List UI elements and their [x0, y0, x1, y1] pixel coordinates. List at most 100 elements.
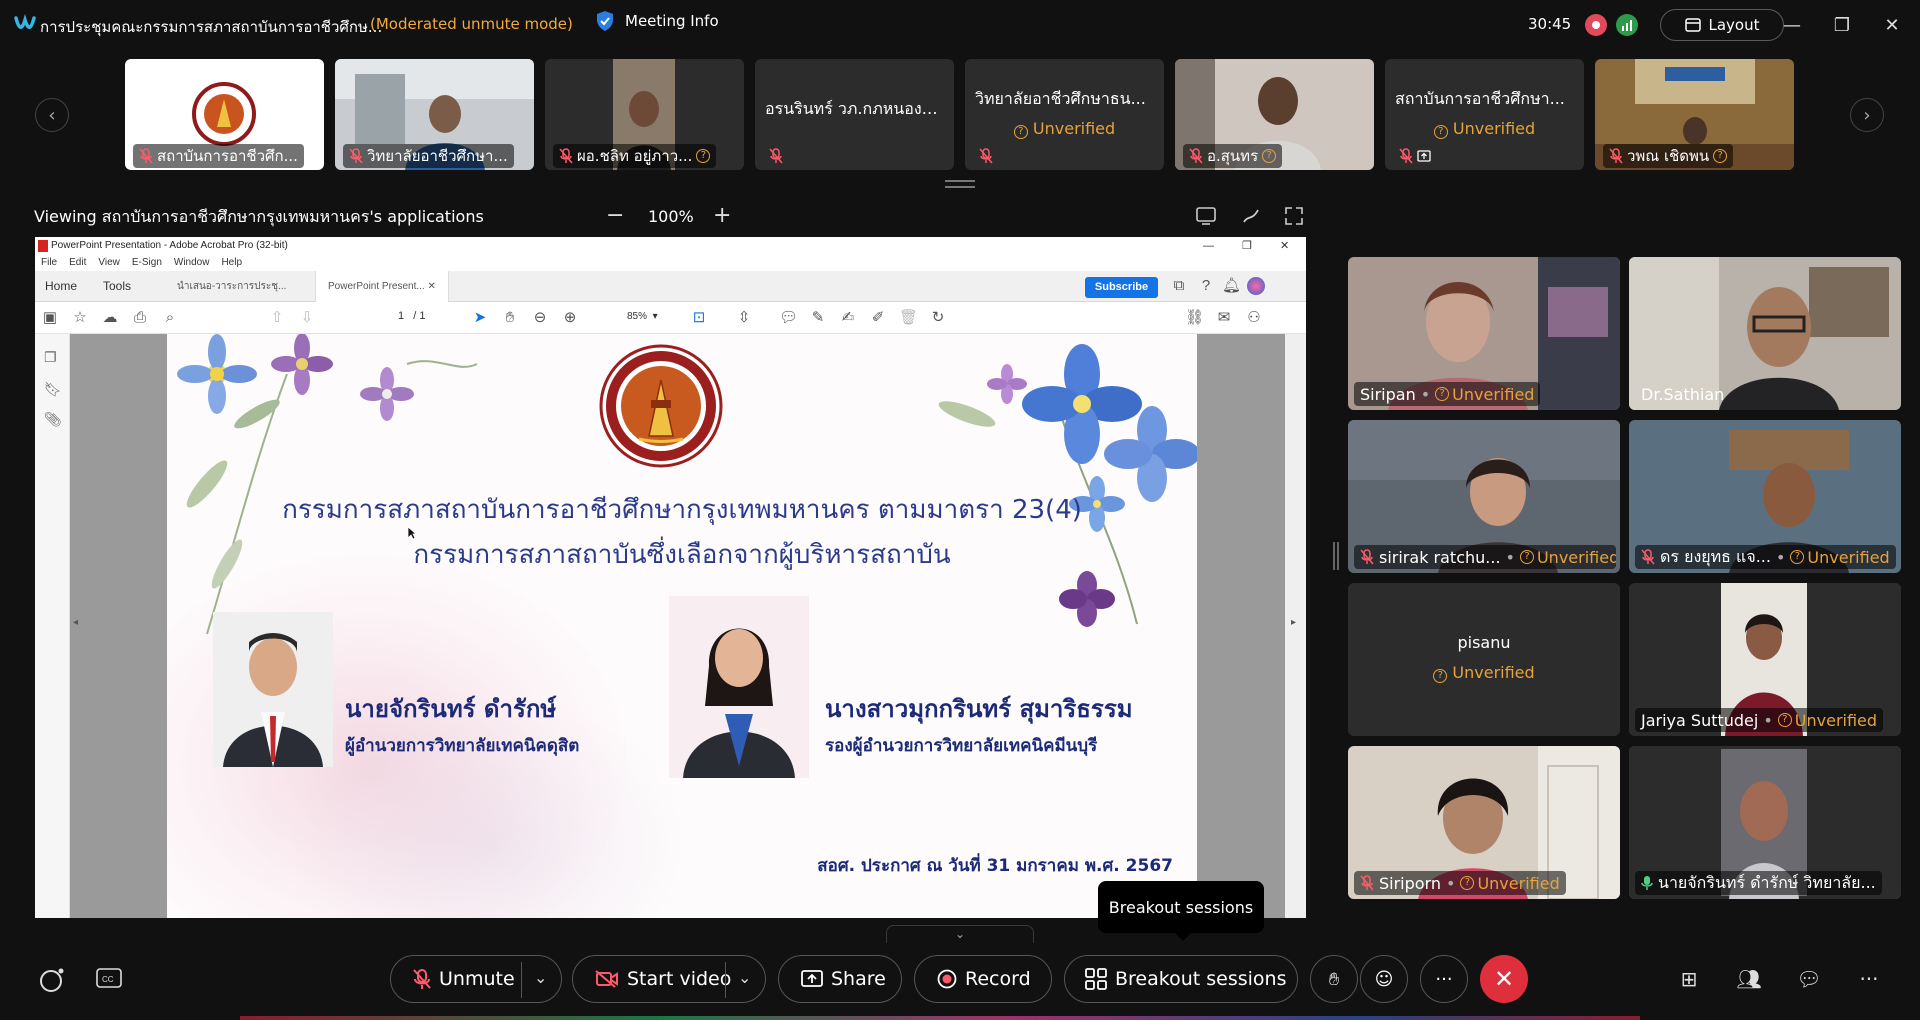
breakout-sessions-button[interactable]: Breakout sessions — [1064, 955, 1298, 1003]
print-icon[interactable]: ⎙ — [131, 309, 149, 327]
participant-video-tile[interactable]: pisanu ? Unverified — [1348, 583, 1620, 736]
tab-document-1[interactable]: นำเสนอ-วาระการประชุ... — [177, 271, 286, 302]
right-collapse-icon[interactable]: ▸ — [1291, 617, 1296, 628]
resize-handle[interactable] — [945, 180, 975, 188]
participant-video-tile[interactable]: Siriporn • ? Unverified — [1348, 746, 1620, 899]
comment-icon[interactable]: 💬︎ — [779, 309, 798, 327]
thumbnails-prev-button[interactable]: ‹ — [35, 98, 69, 132]
share-button[interactable]: Share — [778, 955, 902, 1003]
acrobat-restore-icon[interactable]: ❐ — [1242, 237, 1252, 255]
zoom-in-icon[interactable]: ⊕ — [561, 309, 579, 327]
remote-control-icon[interactable] — [1195, 205, 1217, 227]
acrobat-zoom-select[interactable]: 85% ▾ — [627, 311, 658, 322]
save-icon[interactable]: ▣ — [41, 309, 59, 327]
participant-thumbnail[interactable]: วิทยาลัยอาชีวศึกษา... — [335, 59, 534, 170]
participant-thumbnail[interactable]: อ.สุนทร ? — [1175, 59, 1374, 170]
close-tab-icon[interactable]: ✕ — [428, 281, 436, 292]
menu-file[interactable]: File — [41, 255, 57, 271]
menu-help[interactable]: Help — [221, 255, 242, 271]
annotate-icon[interactable] — [1240, 205, 1262, 227]
active-speaker-tile[interactable]: นายจักรินทร์ ดำรักษ์ วิทยาลัย... — [1629, 746, 1901, 899]
zoom-out-button[interactable]: − — [606, 203, 624, 228]
hand-icon[interactable]: ✋︎ — [501, 309, 519, 327]
participants-icon[interactable]: 👥︎ — [1734, 964, 1764, 994]
chat-icon[interactable]: 💬︎ — [1794, 964, 1824, 994]
menu-esign[interactable]: E-Sign — [132, 255, 162, 271]
start-video-button[interactable]: Start video ⌄ — [572, 955, 766, 1003]
star-icon[interactable]: ☆ — [71, 309, 89, 327]
tab-document-2[interactable]: PowerPoint Present... ✕ — [315, 271, 449, 302]
restore-icon[interactable]: ❐ — [1829, 12, 1855, 38]
reactions-button[interactable]: ☺ — [1360, 955, 1408, 1003]
record-button[interactable]: Record — [914, 955, 1052, 1003]
leave-meeting-button[interactable]: ✕ — [1480, 955, 1528, 1003]
zoom-out-icon[interactable]: ⊖ — [531, 309, 549, 327]
menu-view[interactable]: View — [98, 255, 120, 271]
closed-captions-icon[interactable]: CC — [96, 968, 122, 990]
fit-page-icon[interactable]: ⊡ — [690, 309, 708, 327]
pages-icon[interactable]: ❐ — [44, 350, 60, 366]
status-circle-icon[interactable] — [38, 966, 66, 994]
rotate-icon[interactable]: ↻ — [929, 309, 947, 327]
search-icon[interactable]: ⌕ — [161, 309, 179, 327]
collapse-controls-tab[interactable]: ⌄ — [886, 925, 1034, 943]
more-panels-icon[interactable]: ··· — [1854, 964, 1884, 994]
apps-icon[interactable]: ⊞ — [1674, 964, 1704, 994]
bell-icon[interactable]: 🔔︎ — [1222, 277, 1241, 295]
participant-thumbnail[interactable]: ผอ.ชลิท อยู่ภาว... ? — [545, 59, 744, 170]
acrobat-minimize-icon[interactable]: — — [1203, 237, 1214, 255]
share-doc-icon[interactable]: ⧉ — [1170, 277, 1188, 295]
chevron-down-icon[interactable]: ⌄ — [738, 968, 751, 987]
unmute-button[interactable]: Unmute ⌄ — [390, 955, 562, 1003]
network-stats-icon[interactable] — [1616, 14, 1638, 36]
link-icon[interactable]: ⛓︎ — [1185, 309, 1204, 327]
recording-indicator-icon[interactable] — [1585, 14, 1607, 36]
layout-button[interactable]: Layout — [1660, 9, 1784, 41]
tab-home[interactable]: Home — [45, 271, 77, 302]
pen-icon[interactable]: ✎ — [809, 309, 827, 327]
mic-muted-icon — [979, 148, 993, 164]
close-window-icon[interactable]: ✕ — [1879, 12, 1905, 38]
highlight-icon[interactable]: ✍︎ — [839, 309, 857, 327]
participant-video-tile[interactable]: ดร ยงยุทธ แจ... • ? Unverified — [1629, 420, 1901, 573]
participant-video-tile[interactable]: Jariya Suttudej • ? Unverified — [1629, 583, 1901, 736]
menu-window[interactable]: Window — [174, 255, 210, 271]
chevron-down-icon[interactable]: ⌄ — [534, 968, 547, 987]
mail-icon[interactable]: ✉ — [1215, 309, 1233, 327]
scroll-mode-icon[interactable]: ⇳ — [735, 309, 753, 327]
zoom-in-button[interactable]: + — [713, 203, 731, 228]
page-up-icon[interactable]: ⇧ — [268, 309, 286, 327]
left-collapse-icon[interactable]: ◂ — [73, 617, 78, 628]
page-down-icon[interactable]: ⇩ — [298, 309, 316, 327]
participant-thumbnail[interactable]: สถาบันการอาชีวศึก... — [125, 59, 324, 170]
bookmark-icon[interactable]: 🔖︎ — [44, 382, 62, 398]
account-icon[interactable]: ⚇ — [1245, 309, 1263, 327]
expand-icon[interactable] — [1283, 205, 1305, 227]
meeting-info-button[interactable]: Meeting Info — [595, 10, 719, 32]
shared-screen[interactable]: PowerPoint Presentation - Adobe Acrobat … — [35, 237, 1306, 918]
avatar-icon[interactable] — [1247, 277, 1265, 295]
tab-tools[interactable]: Tools — [103, 271, 131, 302]
participant-thumbnail[interactable]: สถาบันการอาชีวศึกษา... ? Unverified — [1385, 59, 1584, 170]
select-cursor-icon[interactable]: ➤ — [471, 309, 489, 327]
participant-thumbnail[interactable]: วพณ เชิดพน ? — [1595, 59, 1794, 170]
panel-split-handle[interactable] — [1333, 542, 1339, 570]
trash-icon[interactable]: 🗑︎ — [899, 309, 918, 327]
thumbnails-next-button[interactable]: › — [1850, 98, 1884, 132]
minimize-icon[interactable]: — — [1779, 12, 1805, 38]
acrobat-close-icon[interactable]: ✕ — [1280, 237, 1289, 255]
upload-cloud-icon[interactable]: ☁ — [101, 309, 119, 327]
participant-thumbnail[interactable]: วิทยาลัยอาชีวศึกษาธน... ? Unverified — [965, 59, 1164, 170]
subscribe-button[interactable]: Subscribe — [1085, 277, 1158, 298]
participant-video-tile[interactable]: Dr.Sathian — [1629, 257, 1901, 410]
raise-hand-button[interactable]: ✋︎ — [1310, 955, 1358, 1003]
menu-edit[interactable]: Edit — [69, 255, 86, 271]
stamp-icon[interactable]: ✐ — [869, 309, 887, 327]
participant-video-tile[interactable]: sirirak ratchu... • ? Unverified — [1348, 420, 1620, 573]
participant-thumbnail[interactable]: อรนรินทร์ วภ.กภหนองจ... — [755, 59, 954, 170]
attachment-icon[interactable]: 📎︎ — [44, 412, 62, 428]
help-icon[interactable]: ? — [1197, 277, 1215, 295]
more-options-button[interactable]: ··· — [1420, 955, 1468, 1003]
participant-video-tile[interactable]: Siripan • ? Unverified — [1348, 257, 1620, 410]
page-indicator[interactable]: 1 / 1 — [398, 310, 426, 322]
